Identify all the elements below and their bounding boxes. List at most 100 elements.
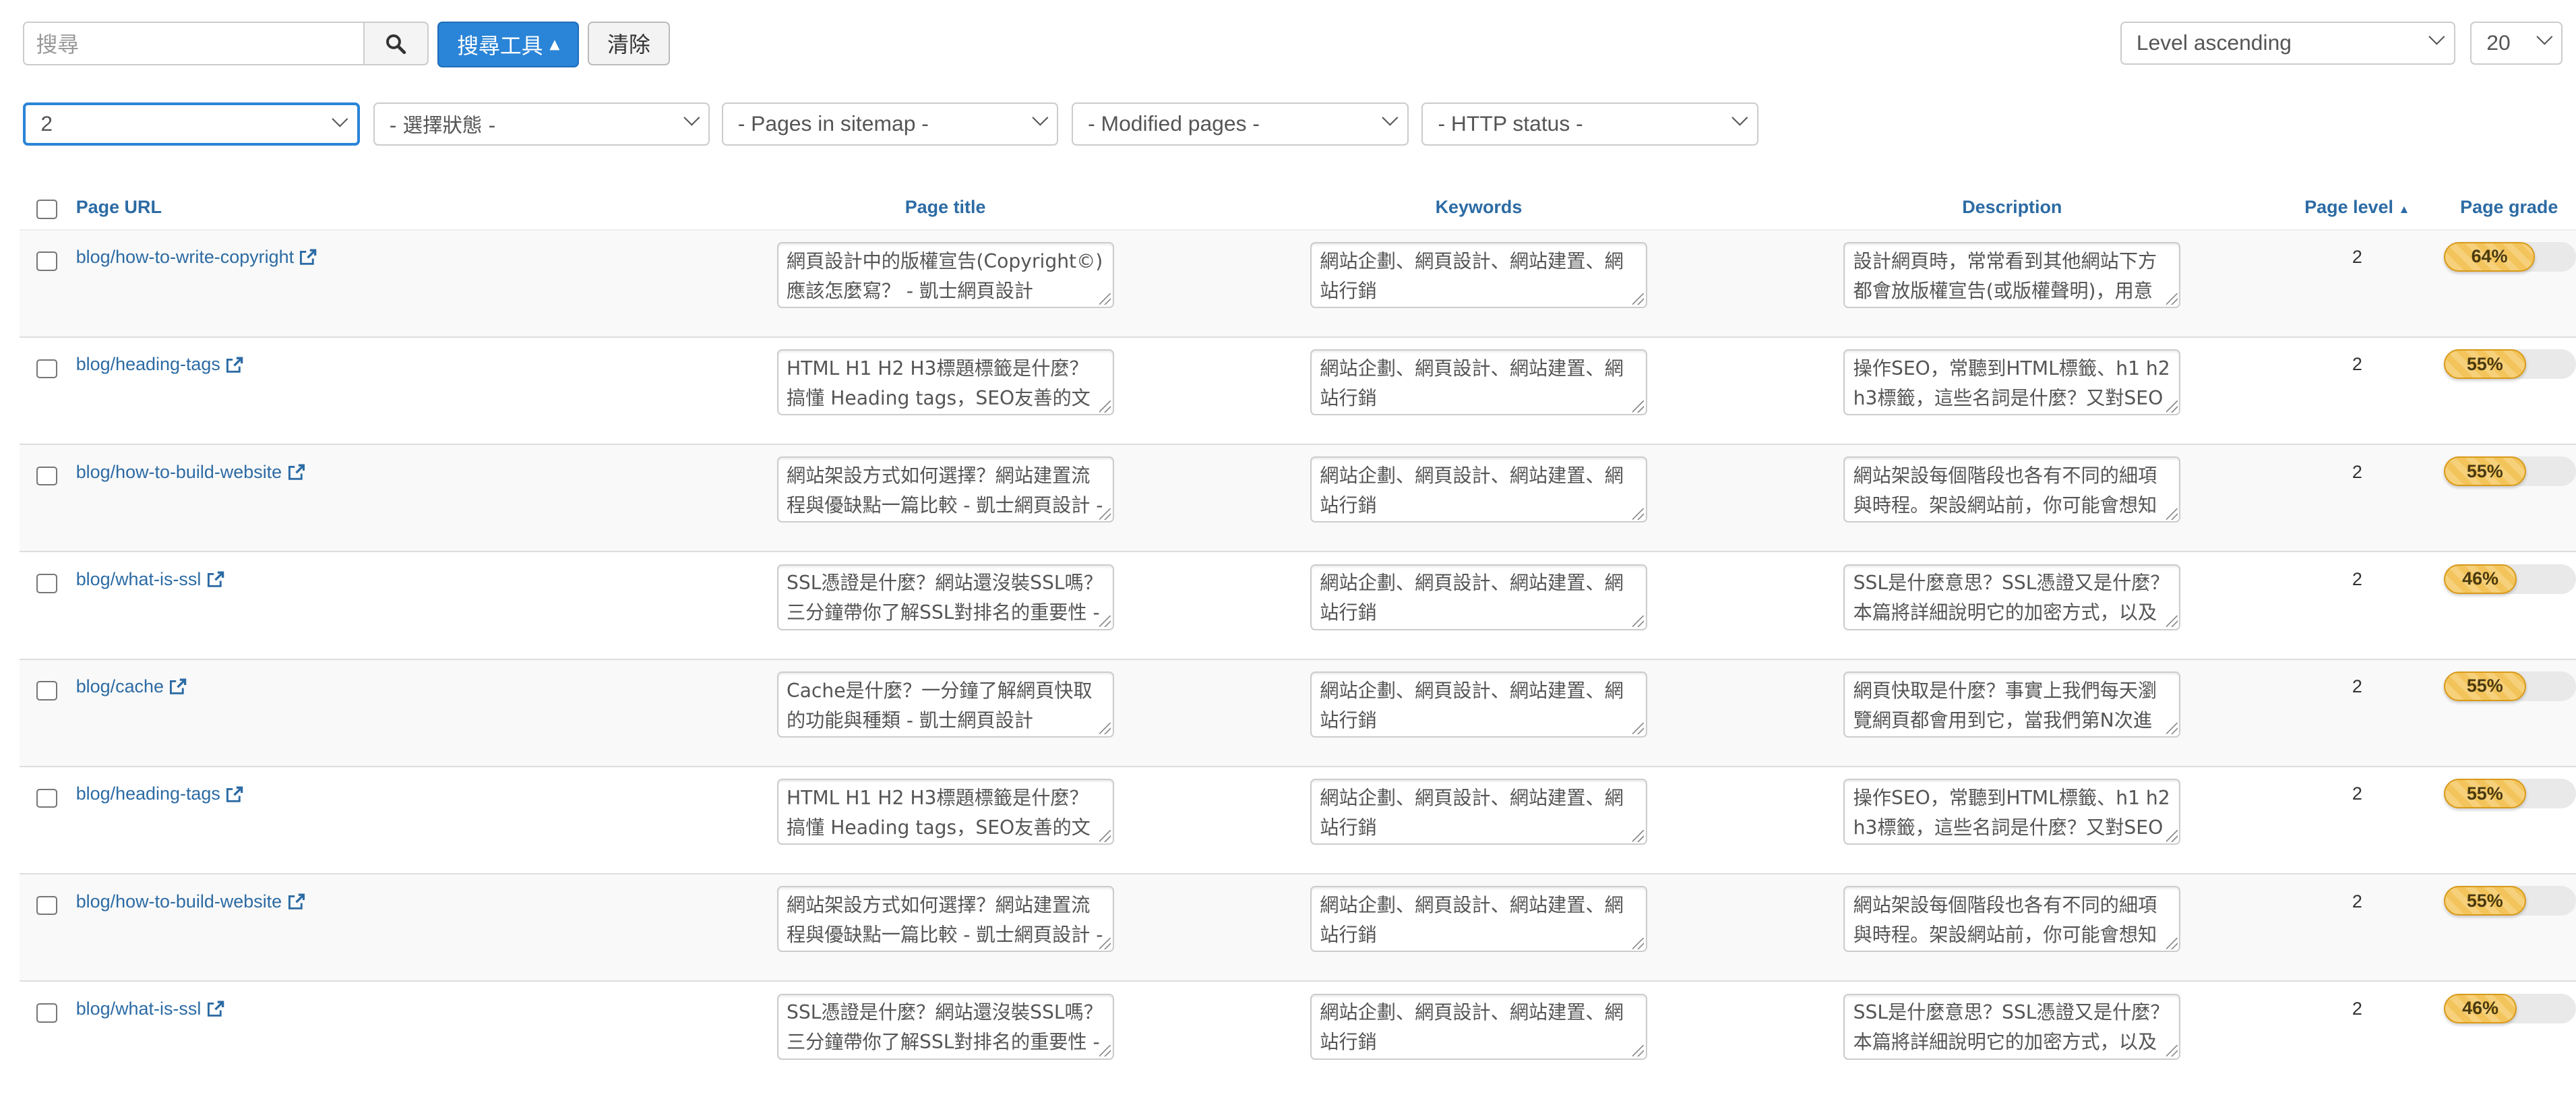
resize-handle-icon[interactable] [1099,400,1111,413]
column-header-level[interactable]: Page level ▲ [2278,181,2436,231]
column-header-grade[interactable]: Page grade [2435,181,2576,231]
page-url-text: blog/how-to-build-website [75,891,282,912]
keywords-text: 網站企劃、網頁設計、網站建置、網站行銷 [1320,1001,1624,1054]
keywords-textarea[interactable]: 網站企劃、網頁設計、網站建置、網站行銷 [1310,564,1647,630]
resize-handle-icon[interactable] [1099,293,1111,305]
page-title-textarea[interactable]: 網站架設方式如何選擇？網站建置流程與優缺點一篇比較 - 凱士網頁設計 - 凱士網… [776,456,1114,523]
level-filter-select[interactable]: 2 [23,102,361,146]
page-title-textarea[interactable]: 網站架設方式如何選擇？網站建置流程與優缺點一篇比較 - 凱士網頁設計 - 凱士網… [776,886,1114,953]
resize-handle-icon[interactable] [1099,508,1111,520]
page-title-textarea[interactable]: 網頁設計中的版權宣告(Copyright©)應該怎麼寫？ - 凱士網頁設計 [776,241,1114,308]
resize-handle-icon[interactable] [1632,1044,1645,1057]
resize-handle-icon[interactable] [2166,723,2178,735]
page-url-link[interactable]: blog/how-to-build-website [76,891,305,912]
resize-handle-icon[interactable] [2166,508,2178,520]
search-tools-button[interactable]: 搜尋工具 ▲ [437,21,580,67]
row-checkbox[interactable] [36,681,57,700]
page-url-link[interactable]: blog/cache [76,676,187,697]
external-link-icon[interactable] [225,357,243,374]
sort-select[interactable]: Level ascending [2120,21,2456,65]
page-title-textarea[interactable]: Cache是什麼？一分鐘了解網頁快取的功能與種類 - 凱士網頁設計 [776,671,1114,738]
page-url-link[interactable]: blog/heading-tags [76,783,243,804]
page-url-link[interactable]: blog/what-is-ssl [76,998,224,1019]
row-checkbox[interactable] [36,895,57,916]
external-link-icon[interactable] [287,893,305,910]
description-textarea[interactable]: 操作SEO，常聽到HTML標籤、h1 h2 h3標籤，這些名詞是什麼？又對SEO… [1843,779,2181,845]
page-level: 2 [2352,247,2362,268]
resize-handle-icon[interactable] [1099,723,1111,735]
description-textarea[interactable]: 網頁快取是什麼？事實上我們每天瀏覽網頁都會用到它，當我們第N次進入同一個網站時，… [1843,671,2181,738]
keywords-textarea[interactable]: 網站企劃、網頁設計、網站建置、網站行銷 [1310,886,1647,953]
status-filter-select[interactable]: - 選擇狀態 - [373,102,710,146]
row-checkbox[interactable] [36,466,57,486]
page-level: 2 [2352,354,2362,375]
row-checkbox[interactable] [36,251,57,271]
sitemap-filter-select[interactable]: - Pages in sitemap - [721,102,1059,146]
external-link-icon[interactable] [287,464,305,481]
resize-handle-icon[interactable] [2166,615,2178,628]
page-title-textarea[interactable]: HTML H1 H2 H3標題標籤是什麼？搞懂 Heading tags，SEO… [776,779,1114,845]
resize-handle-icon[interactable] [1099,615,1111,628]
resize-handle-icon[interactable] [2166,400,2178,413]
external-link-icon[interactable] [299,249,317,266]
column-header-keywords[interactable]: Keywords [1212,181,1746,231]
description-textarea[interactable]: 操作SEO，常聽到HTML標籤、h1 h2 h3標籤，這些名詞是什麼？又對SEO… [1843,349,2181,415]
column-header-description[interactable]: Description [1745,181,2279,231]
external-link-icon[interactable] [168,678,187,695]
modified-filter-select[interactable]: - Modified pages - [1072,102,1409,146]
resize-handle-icon[interactable] [1099,937,1111,949]
keywords-textarea[interactable]: 網站企劃、網頁設計、網站建置、網站行銷 [1310,349,1647,415]
table-row: blog/how-to-write-copyright 網頁設計中的版權宣告(C… [20,229,2576,337]
resize-handle-icon[interactable] [2166,293,2178,305]
search-tools-label: 搜尋工具 [457,32,543,59]
row-checkbox[interactable] [36,574,57,593]
resize-handle-icon[interactable] [1632,293,1645,305]
description-textarea[interactable]: 設計網頁時，常常看到其他網站下方都會放版權宣告(或版權聲明)，用意在提醒訪客，網… [1843,241,2181,308]
page-url-link[interactable]: blog/heading-tags [76,354,243,375]
sitemap-filter-value: - Pages in sitemap - [737,111,929,136]
description-textarea[interactable]: 網站架設每個階段也各有不同的細項與時程。架設網站前，你可能會想知道有哪些架站方式… [1843,456,2181,523]
clear-button[interactable]: 清除 [588,21,670,66]
page: 搜尋 搜尋工具 ▲ 清除 Level ascending 20 2 - 選擇狀態… [0,0,2576,1089]
page-title-textarea[interactable]: SSL憑證是什麼？網站還沒裝SSL嗎？三分鐘帶你了解SSL對排名的重要性 - 凱… [776,993,1114,1060]
row-checkbox[interactable] [36,788,57,808]
keywords-textarea[interactable]: 網站企劃、網頁設計、網站建置、網站行銷 [1310,779,1647,845]
page-url-link[interactable]: blog/how-to-write-copyright [76,247,317,268]
page-url-link[interactable]: blog/what-is-ssl [76,569,224,590]
resize-handle-icon[interactable] [1632,937,1645,949]
resize-handle-icon[interactable] [2166,1044,2178,1057]
page-title-textarea[interactable]: HTML H1 H2 H3標題標籤是什麼？搞懂 Heading tags，SEO… [776,349,1114,415]
http-status-filter-select[interactable]: - HTTP status - [1421,102,1759,146]
resize-handle-icon[interactable] [1632,723,1645,735]
resize-handle-icon[interactable] [1632,615,1645,628]
resize-handle-icon[interactable] [2166,830,2178,842]
keywords-textarea[interactable]: 網站企劃、網頁設計、網站建置、網站行銷 [1310,456,1647,523]
description-textarea[interactable]: SSL是什麼意思？SSL憑證又是什麼？本篇將詳細說明它的加密方式，以及對於網站的… [1843,993,2181,1060]
external-link-icon[interactable] [225,786,243,803]
select-all-checkbox[interactable] [36,200,57,219]
external-link-icon[interactable] [206,1001,224,1017]
column-header-url[interactable]: Page URL [75,181,679,231]
resize-handle-icon[interactable] [1632,830,1645,842]
resize-handle-icon[interactable] [1099,830,1111,842]
resize-handle-icon[interactable] [2166,937,2178,949]
resize-handle-icon[interactable] [1099,1044,1111,1057]
resize-handle-icon[interactable] [1632,400,1645,413]
resize-handle-icon[interactable] [1632,508,1645,520]
row-checkbox[interactable] [36,359,57,379]
row-checkbox[interactable] [36,1003,57,1023]
chevron-down-icon [683,109,700,126]
keywords-textarea[interactable]: 網站企劃、網頁設計、網站建置、網站行銷 [1310,241,1647,308]
external-link-icon[interactable] [206,571,224,588]
search-button[interactable] [363,21,429,66]
page-grade-progress: 46% [2443,564,2576,594]
column-header-title[interactable]: Page title [678,181,1213,231]
description-textarea[interactable]: SSL是什麼意思？SSL憑證又是什麼？本篇將詳細說明它的加密方式，以及對於網站的… [1843,564,2181,630]
per-page-select[interactable]: 20 [2470,21,2563,65]
search-input[interactable]: 搜尋 [23,21,363,66]
page-url-link[interactable]: blog/how-to-build-website [76,462,305,483]
description-textarea[interactable]: 網站架設每個階段也各有不同的細項與時程。架設網站前，你可能會想知道有哪些架站方式… [1843,886,2181,953]
keywords-textarea[interactable]: 網站企劃、網頁設計、網站建置、網站行銷 [1310,993,1647,1060]
page-title-textarea[interactable]: SSL憑證是什麼？網站還沒裝SSL嗎？三分鐘帶你了解SSL對排名的重要性 - 凱… [776,564,1114,630]
keywords-textarea[interactable]: 網站企劃、網頁設計、網站建置、網站行銷 [1310,671,1647,738]
